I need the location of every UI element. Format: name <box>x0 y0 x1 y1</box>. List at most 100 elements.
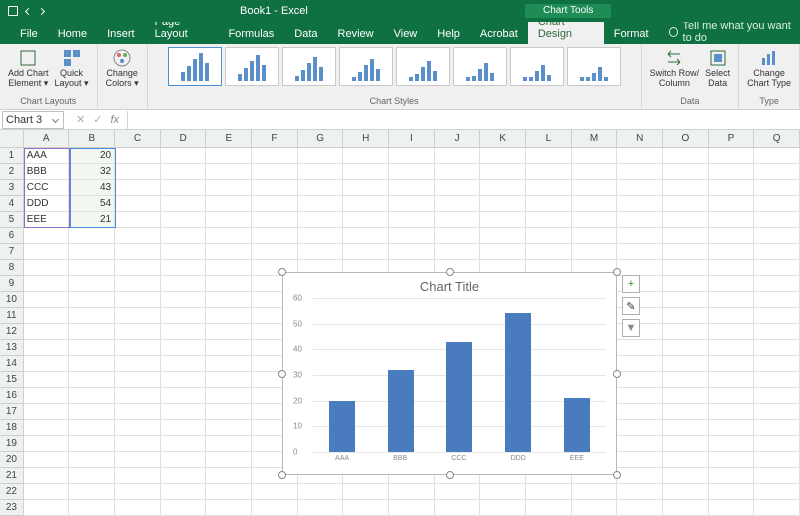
cell[interactable] <box>24 292 70 308</box>
cell[interactable] <box>161 484 207 500</box>
col-header[interactable]: Q <box>754 130 800 148</box>
row-header[interactable]: 1 <box>0 148 24 164</box>
resize-handle[interactable] <box>613 471 621 479</box>
col-header[interactable]: L <box>526 130 572 148</box>
cell[interactable] <box>572 212 618 228</box>
cell[interactable] <box>572 148 618 164</box>
cell[interactable] <box>709 196 755 212</box>
col-header[interactable]: B <box>69 130 115 148</box>
tab-format[interactable]: Format <box>604 24 659 44</box>
cell[interactable] <box>298 484 344 500</box>
cell[interactable] <box>161 148 207 164</box>
cell[interactable] <box>754 308 800 324</box>
redo-icon[interactable] <box>38 7 45 14</box>
cell[interactable] <box>663 436 709 452</box>
cell[interactable] <box>526 228 572 244</box>
tab-insert[interactable]: Insert <box>97 24 145 44</box>
cell[interactable] <box>572 500 618 516</box>
cell[interactable] <box>617 452 663 468</box>
cell[interactable] <box>663 420 709 436</box>
chart-plus-button[interactable]: + <box>622 275 640 293</box>
cell[interactable] <box>663 260 709 276</box>
cell[interactable] <box>663 148 709 164</box>
cell[interactable] <box>754 484 800 500</box>
cell[interactable] <box>526 500 572 516</box>
resize-handle[interactable] <box>278 471 286 479</box>
cell[interactable] <box>754 340 800 356</box>
cell[interactable] <box>161 388 207 404</box>
chart-style-8[interactable] <box>567 47 621 86</box>
cell[interactable] <box>161 436 207 452</box>
col-header[interactable]: O <box>663 130 709 148</box>
cell[interactable] <box>252 212 298 228</box>
cell[interactable] <box>115 276 161 292</box>
cell[interactable] <box>69 468 115 484</box>
cell[interactable] <box>572 180 618 196</box>
row-header[interactable]: 4 <box>0 196 24 212</box>
cell[interactable] <box>298 212 344 228</box>
cancel-icon[interactable]: ✕ <box>76 113 85 126</box>
cell[interactable] <box>480 244 526 260</box>
tab-home[interactable]: Home <box>48 24 97 44</box>
cell[interactable] <box>161 404 207 420</box>
cell[interactable] <box>115 436 161 452</box>
cell[interactable] <box>206 436 252 452</box>
cell[interactable] <box>115 468 161 484</box>
chart-style-6[interactable] <box>453 47 507 86</box>
cell[interactable]: EEE <box>24 212 70 228</box>
cell[interactable] <box>526 212 572 228</box>
row-header[interactable]: 14 <box>0 356 24 372</box>
cell[interactable] <box>206 260 252 276</box>
cell[interactable] <box>480 212 526 228</box>
cell[interactable] <box>252 484 298 500</box>
cell[interactable] <box>617 500 663 516</box>
cell[interactable] <box>161 196 207 212</box>
cell[interactable] <box>617 468 663 484</box>
row-header[interactable]: 17 <box>0 404 24 420</box>
cell[interactable] <box>526 148 572 164</box>
cell[interactable] <box>663 180 709 196</box>
cell[interactable] <box>206 228 252 244</box>
cell[interactable] <box>206 308 252 324</box>
cell[interactable] <box>709 260 755 276</box>
cell[interactable] <box>161 468 207 484</box>
cell[interactable] <box>298 164 344 180</box>
cell[interactable] <box>754 372 800 388</box>
cell[interactable] <box>663 452 709 468</box>
switch-row-column-button[interactable]: Switch Row/ Column <box>650 47 700 89</box>
cell[interactable] <box>754 244 800 260</box>
cell[interactable] <box>69 340 115 356</box>
chart-style-4[interactable] <box>339 47 393 86</box>
col-header[interactable]: I <box>389 130 435 148</box>
cell[interactable] <box>24 420 70 436</box>
cell[interactable] <box>389 228 435 244</box>
change-colors-button[interactable]: Change Colors ▾ <box>106 47 139 89</box>
cell[interactable] <box>480 228 526 244</box>
cell[interactable] <box>617 340 663 356</box>
cell[interactable] <box>663 196 709 212</box>
cell[interactable] <box>572 484 618 500</box>
cell[interactable] <box>206 148 252 164</box>
cell[interactable] <box>206 420 252 436</box>
tab-view[interactable]: View <box>384 24 428 44</box>
cell[interactable] <box>663 276 709 292</box>
cell[interactable]: DDD <box>24 196 70 212</box>
cell[interactable] <box>709 212 755 228</box>
cell[interactable] <box>617 180 663 196</box>
cell[interactable]: 20 <box>69 148 115 164</box>
row-header[interactable]: 7 <box>0 244 24 260</box>
row-header[interactable]: 16 <box>0 388 24 404</box>
cell[interactable] <box>663 356 709 372</box>
col-header[interactable]: C <box>115 130 161 148</box>
cell[interactable] <box>389 180 435 196</box>
cell[interactable] <box>572 164 618 180</box>
chart-style-2[interactable] <box>225 47 279 86</box>
cell[interactable] <box>617 388 663 404</box>
cell[interactable] <box>252 180 298 196</box>
cell[interactable] <box>754 180 800 196</box>
cell[interactable] <box>343 212 389 228</box>
cell[interactable] <box>617 436 663 452</box>
cell[interactable] <box>663 324 709 340</box>
tell-me[interactable]: Tell me what you want to do <box>669 20 800 44</box>
row-header[interactable]: 3 <box>0 180 24 196</box>
